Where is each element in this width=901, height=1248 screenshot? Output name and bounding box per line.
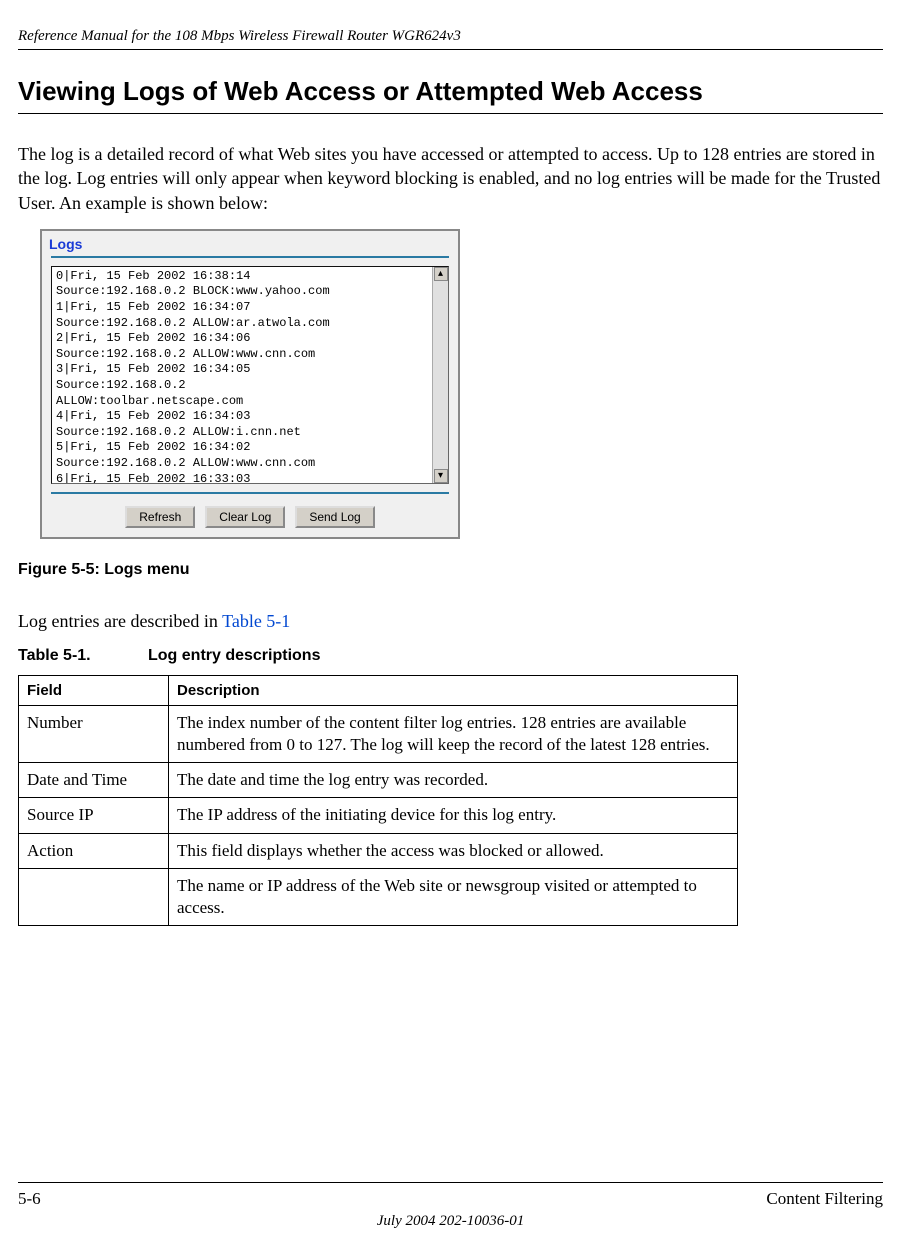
clear-log-button[interactable]: Clear Log — [205, 506, 285, 528]
logs-textarea[interactable]: 0|Fri, 15 Feb 2002 16:38:14 Source:192.1… — [51, 266, 449, 484]
table-intro-paragraph: Log entries are described in Table 5-1 — [18, 609, 883, 633]
cell-desc: The index number of the content filter l… — [169, 706, 738, 763]
table-row: Action This field displays whether the a… — [19, 833, 738, 868]
table-reference-link[interactable]: Table 5-1 — [222, 611, 290, 631]
cell-desc: The IP address of the initiating device … — [169, 798, 738, 833]
cell-field — [19, 868, 169, 925]
table-row: Number The index number of the content f… — [19, 706, 738, 763]
running-header: Reference Manual for the 108 Mbps Wirele… — [18, 28, 883, 45]
chapter-title: Content Filtering — [766, 1189, 883, 1209]
cell-field: Action — [19, 833, 169, 868]
cell-desc: The name or IP address of the Web site o… — [169, 868, 738, 925]
logs-button-row: Refresh Clear Log Send Log — [45, 502, 455, 534]
table-caption-number: Table 5-1. — [18, 647, 148, 665]
figure-caption: Figure 5-5: Logs menu — [18, 561, 883, 579]
table-row: Date and Time The date and time the log … — [19, 763, 738, 798]
table-row: Source IP The IP address of the initiati… — [19, 798, 738, 833]
page-number: 5-6 — [18, 1189, 41, 1209]
cell-desc: This field displays whether the access w… — [169, 833, 738, 868]
scroll-down-icon[interactable]: ▾ — [434, 469, 448, 483]
logs-divider-bottom — [51, 492, 449, 494]
section-heading: Viewing Logs of Web Access or Attempted … — [18, 76, 883, 107]
intro-paragraph: The log is a detailed record of what Web… — [18, 142, 883, 215]
header-rule — [18, 49, 883, 50]
table-caption-title: Log entry descriptions — [148, 647, 320, 664]
footer-date-partno: July 2004 202-10036-01 — [18, 1213, 883, 1230]
cell-field: Source IP — [19, 798, 169, 833]
logs-divider-top — [51, 256, 449, 258]
table-row: The name or IP address of the Web site o… — [19, 868, 738, 925]
cell-field: Number — [19, 706, 169, 763]
th-field: Field — [19, 676, 169, 706]
log-entry-table: Field Description Number The index numbe… — [18, 675, 738, 926]
th-description: Description — [169, 676, 738, 706]
scroll-up-icon[interactable]: ▴ — [434, 267, 448, 281]
refresh-button[interactable]: Refresh — [125, 506, 195, 528]
table-caption: Table 5-1.Log entry descriptions — [18, 647, 883, 665]
footer-rule — [18, 1182, 883, 1183]
table-intro-text: Log entries are described in — [18, 611, 222, 631]
table-header-row: Field Description — [19, 676, 738, 706]
logs-scrollbar[interactable]: ▴ ▾ — [432, 267, 448, 483]
send-log-button[interactable]: Send Log — [295, 506, 374, 528]
logs-text-wrap: 0|Fri, 15 Feb 2002 16:38:14 Source:192.1… — [51, 266, 449, 484]
cell-field: Date and Time — [19, 763, 169, 798]
footer-row: 5-6 Content Filtering — [18, 1189, 883, 1209]
logs-panel: Logs 0|Fri, 15 Feb 2002 16:38:14 Source:… — [40, 229, 460, 539]
cell-desc: The date and time the log entry was reco… — [169, 763, 738, 798]
page-footer: 5-6 Content Filtering July 2004 202-1003… — [18, 1182, 883, 1230]
section-rule — [18, 113, 883, 114]
logs-panel-title: Logs — [45, 234, 455, 256]
